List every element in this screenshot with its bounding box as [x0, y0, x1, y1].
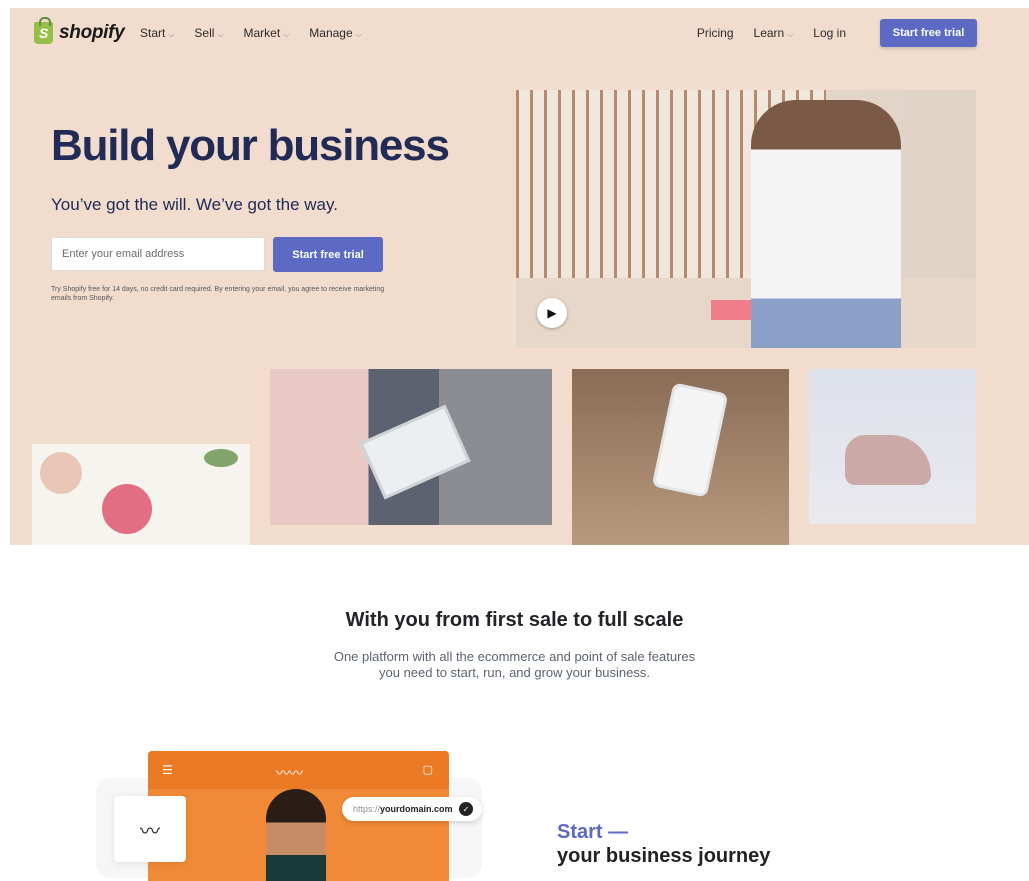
nav-item-label: Sell	[194, 26, 215, 40]
nav-item-market[interactable]: Market ⌵	[244, 26, 290, 40]
tablet-clothing-image	[270, 369, 552, 525]
nav-item-label: Manage	[309, 26, 353, 40]
pink-device-image	[711, 300, 751, 320]
legal-text: Try Shopify free for 14 days, no credit …	[51, 286, 385, 302]
nav-item-start[interactable]: Start ⌵	[140, 26, 174, 40]
chevron-down-icon: ⌵	[787, 30, 794, 39]
nav-item-label: Start	[140, 26, 166, 40]
leaf-image	[204, 449, 238, 467]
phone-store-image	[572, 369, 789, 545]
chevron-down-icon: ⌵	[217, 30, 224, 39]
play-icon[interactable]: ▶	[537, 298, 567, 328]
nav-item-sell[interactable]: Sell ⌵	[194, 26, 223, 40]
sketchbook-image	[32, 444, 250, 545]
craftswoman-image	[751, 100, 901, 348]
shoe-image	[845, 435, 931, 485]
feature-heading: your business journey	[557, 845, 771, 867]
chevron-down-icon: ⌵	[355, 30, 362, 39]
hero-start-trial-button[interactable]: Start free trial	[273, 237, 383, 272]
shopify-logo[interactable]: S shopify	[34, 17, 125, 44]
section-subtitle: One platform with all the ecommerce and …	[0, 649, 1029, 681]
nav-start-trial-button[interactable]: Start free trial	[880, 19, 977, 47]
chevron-down-icon: ⌵	[168, 30, 175, 39]
hero-headline: Build your business	[51, 121, 450, 170]
nav-item-login[interactable]: Log in	[813, 26, 846, 40]
flower-drawing-image	[102, 484, 152, 534]
cart-icon: ▢	[422, 764, 433, 776]
email-input[interactable]	[51, 237, 265, 271]
model-image	[266, 789, 326, 881]
hamburger-menu-icon: ☰	[162, 763, 173, 777]
hero-subheadline: You’ve got the will. We’ve got the way.	[51, 195, 338, 214]
hero-video-thumbnail[interactable]: ▶	[516, 90, 976, 348]
wave-icon: 〰	[140, 820, 160, 843]
nav-item-label: Market	[243, 26, 281, 40]
url-prefix: https://	[353, 804, 381, 814]
feature-heading-accent: Start —	[557, 821, 629, 843]
section-title: With you from first sale to full scale	[345, 609, 684, 631]
primary-nav: Start ⌵ Sell ⌵ Market ⌵ Manage ⌵	[140, 26, 362, 40]
check-circle-icon: ✓	[459, 802, 473, 816]
nav-item-label: Learn	[753, 26, 785, 40]
url-domain: yourdomain.com	[380, 804, 453, 814]
hero-section: S shopify Start ⌵ Sell ⌵ Market ⌵ Manage ⌵ P…	[10, 8, 1029, 545]
nav-item-learn[interactable]: Learn ⌵	[754, 26, 794, 40]
secondary-nav: Pricing Learn ⌵ Log in	[697, 26, 846, 40]
shopping-bag-icon: S	[34, 17, 53, 44]
logo-card: 〰	[114, 796, 186, 862]
domain-pill: https://yourdomain.com ✓	[342, 797, 482, 821]
section-subtitle-line: One platform with all the ecommerce and …	[333, 649, 696, 664]
logo-text: shopify	[59, 22, 125, 43]
tablet-image	[359, 404, 471, 500]
chevron-down-icon: ⌵	[283, 30, 290, 39]
wave-logo-icon: 〰〰	[276, 765, 303, 781]
nav-item-pricing[interactable]: Pricing	[697, 26, 734, 40]
phone-image	[651, 382, 729, 498]
shoes-image	[809, 369, 976, 524]
cup-image	[40, 452, 82, 494]
nav-item-manage[interactable]: Manage ⌵	[309, 26, 361, 40]
section-subtitle-line: you need to start, run, and grow your bu…	[379, 665, 650, 680]
